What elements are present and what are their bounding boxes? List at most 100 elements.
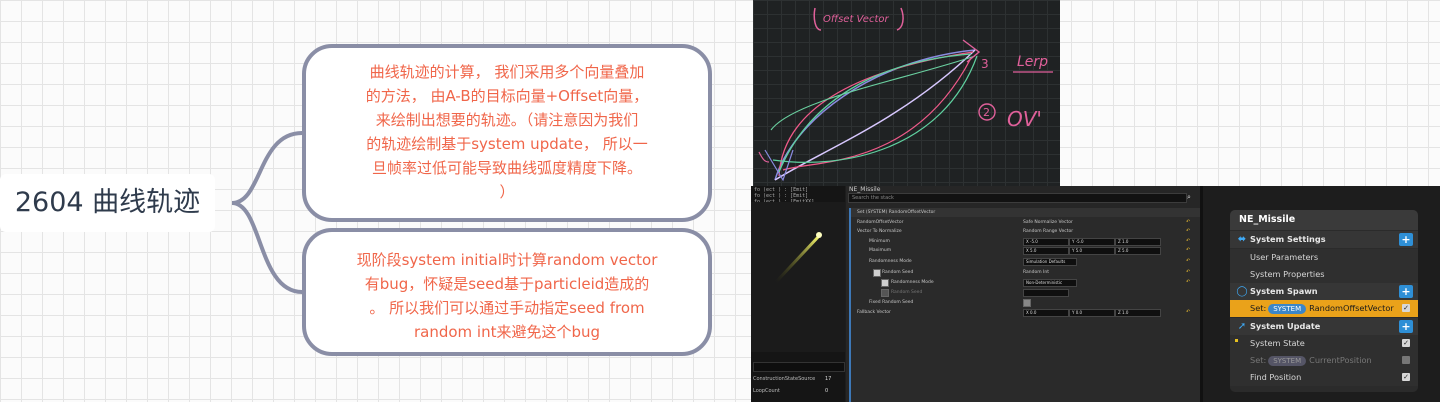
reset-arrow-icon[interactable]: ↶ [1186, 248, 1191, 253]
node-line: 曲线轨迹的计算， 我们采用多个向量叠加 [369, 63, 645, 81]
property-label: Vector To Normalize [857, 229, 902, 234]
stack-search-input[interactable]: Search the stack [848, 193, 1187, 203]
property-label: RandomOffsetVector [857, 220, 904, 225]
parameter-row[interactable]: ConstructionStateSource 17 [753, 376, 831, 382]
node-line: 现阶段system initial时计算random vector [356, 251, 658, 269]
stack-group-system-settings[interactable]: ⬌ System Settings + [1230, 231, 1418, 248]
mode-checkbox[interactable] [881, 279, 889, 287]
system-namespace-pill: SYSTEM [1268, 304, 1307, 314]
stack-group-system-update[interactable]: ➚ System Update + [1230, 318, 1418, 335]
property-row[interactable]: Fixed Random Seed [851, 298, 1201, 307]
property-row[interactable]: Vector To Normalize Random Range Vector [851, 227, 1201, 236]
reset-arrow-icon[interactable]: ↶ [1186, 229, 1191, 234]
property-label: Fallback Vector [857, 310, 891, 315]
module-title: Set (SYSTEM) RandomOffsetVector [857, 210, 936, 215]
niagara-system-stack: NE_Missile ⬌ System Settings + User Para… [1230, 210, 1418, 392]
node-line: 有bug，怀疑是seed基于particleid造成的 [364, 275, 650, 293]
seed-checkbox[interactable] [881, 289, 889, 297]
reset-arrow-icon[interactable]: ↶ [1186, 259, 1191, 264]
property-label: Random Seed [891, 290, 923, 295]
stack-item-set-current-position[interactable]: Set: SYSTEM CurrentPosition [1230, 352, 1418, 369]
node-line: 。 所以我们可以通过手动指定seed from [369, 299, 645, 317]
random-seed-checkbox[interactable] [873, 269, 881, 277]
item-label: System State [1250, 338, 1305, 348]
node-line: 的方法， 由A-B的目标向量+Offset向量， [365, 87, 649, 105]
y-field[interactable]: Y 0.0 [1069, 309, 1115, 317]
parameter-value: 17 [825, 376, 832, 382]
z-field[interactable]: Z 5.0 [1115, 247, 1161, 255]
property-row[interactable]: Random Seed [851, 288, 1201, 297]
central-topic[interactable]: 2604 曲线轨迹 [0, 174, 215, 232]
x-field[interactable]: X 5.0 [1023, 247, 1069, 255]
system-namespace-pill: SYSTEM [1268, 356, 1307, 366]
randomness-mode-dropdown[interactable]: Simulation Defaults [1023, 258, 1077, 266]
stack-title: NE_Missile [1230, 210, 1418, 230]
stack-item-system-properties[interactable]: System Properties [1230, 266, 1418, 283]
x-field[interactable]: X 0.0 [1023, 309, 1069, 317]
add-module-button[interactable]: + [1399, 285, 1413, 298]
property-row[interactable]: Maximum X 5.0 Y 5.0 Z 5.0 [851, 246, 1201, 255]
seed-field[interactable] [1023, 289, 1069, 297]
property-value: Random Range Vector [1023, 229, 1074, 234]
property-row[interactable]: Randomness Mode Non-Deterministic [851, 278, 1201, 287]
search-icon[interactable]: ⌕ [1187, 193, 1197, 203]
parameter-row[interactable]: LoopCount 0 [753, 388, 828, 394]
property-row[interactable]: Randomness Mode Simulation Defaults [851, 257, 1201, 266]
item-label: System Properties [1250, 269, 1325, 279]
add-module-button[interactable]: + [1399, 320, 1413, 333]
mode-dropdown[interactable]: Non-Deterministic [1023, 279, 1077, 287]
mindmap-node-random-seed-bug[interactable]: 现阶段system initial时计算random vector 有bug，怀… [302, 228, 712, 356]
property-row[interactable]: Fallback Vector X 0.0 Y 0.0 Z 1.0 [851, 308, 1201, 317]
property-label: Randomness Mode [891, 280, 934, 285]
sketch-drawing: Offset Vector 3 Lerp 2 OV' [758, 7, 1053, 182]
enable-checkbox[interactable]: ✓ [1402, 373, 1410, 381]
property-value: Random Int [1023, 270, 1050, 275]
sketch-label-lerp: Lerp [1017, 54, 1048, 70]
parameter-name: RandomOffsetVector [1309, 303, 1394, 313]
reset-arrow-icon[interactable]: ↶ [1186, 280, 1191, 285]
enable-checkbox[interactable]: ✓ [1402, 304, 1410, 312]
node-line: 来绘制出想要的轨迹。（请注意因为我们 [375, 111, 639, 129]
settings-icon: ⬌ [1237, 234, 1247, 245]
reset-arrow-icon[interactable]: ↶ [1186, 239, 1191, 244]
x-field[interactable]: X -5.0 [1023, 238, 1069, 246]
add-module-button[interactable]: + [1399, 233, 1413, 246]
group-label: System Update [1250, 321, 1321, 331]
z-field[interactable]: Z 1.0 [1115, 238, 1161, 246]
z-field[interactable]: Z 1.0 [1115, 309, 1161, 317]
stack-item-system-state[interactable]: System State ✓ [1230, 335, 1418, 352]
node-line: random int来避免这个bug [413, 323, 601, 341]
fixed-seed-checkbox[interactable] [1023, 299, 1031, 307]
y-field[interactable]: Y -5.0 [1069, 238, 1115, 246]
enable-checkbox[interactable]: ✓ [1402, 339, 1410, 347]
stack-item-user-parameters[interactable]: User Parameters [1230, 249, 1418, 266]
stack-group-system-spawn[interactable]: ◯ System Spawn + [1230, 283, 1418, 300]
enable-checkbox[interactable] [1402, 356, 1410, 364]
reset-arrow-icon[interactable]: ↶ [1186, 270, 1191, 275]
node-line: 旦帧率过低可能导致曲线弧度精度下降。 [371, 159, 642, 177]
group-label: System Settings [1250, 234, 1326, 244]
property-label: Maximum [869, 248, 892, 253]
stack-item-find-position[interactable]: Find Position ✓ [1230, 369, 1418, 386]
preview-viewport[interactable] [751, 202, 845, 352]
parameter-search-input[interactable] [753, 362, 845, 372]
property-row[interactable]: Random Seed Random Int [851, 268, 1201, 277]
outliner-panel: fo (ect ) : [Emit] fo (ect ) : [Emit] fo… [751, 186, 845, 402]
property-label: Random Seed [882, 270, 914, 275]
item-label: Set: SYSTEM RandomOffsetVector [1250, 300, 1394, 317]
update-arrow-icon: ➚ [1237, 321, 1247, 332]
stack-item-set-random-offset[interactable]: Set: SYSTEM RandomOffsetVector ✓ [1230, 300, 1418, 317]
reset-arrow-icon[interactable]: ↶ [1186, 310, 1191, 315]
property-row[interactable]: Minimum X -5.0 Y -5.0 Z 1.0 [851, 237, 1201, 246]
y-field[interactable]: Y 5.0 [1069, 247, 1115, 255]
property-label: Minimum [869, 239, 890, 244]
property-value: Safe Normalize Vector [1023, 220, 1073, 225]
module-header[interactable]: Set (SYSTEM) RandomOffsetVector [851, 208, 1201, 217]
property-row[interactable]: RandomOffsetVector Safe Normalize Vector [851, 218, 1201, 227]
parameter-value: 0 [825, 388, 829, 394]
curve-sketch-image: Offset Vector 3 Lerp 2 OV' [753, 0, 1060, 186]
reset-arrow-icon[interactable]: ↶ [1186, 220, 1191, 225]
mindmap-node-curve-calculation[interactable]: 曲线轨迹的计算， 我们采用多个向量叠加 的方法， 由A-B的目标向量+Offse… [302, 44, 712, 222]
property-label: Fixed Random Seed [869, 300, 914, 305]
property-label: Randomness Mode [869, 259, 912, 264]
